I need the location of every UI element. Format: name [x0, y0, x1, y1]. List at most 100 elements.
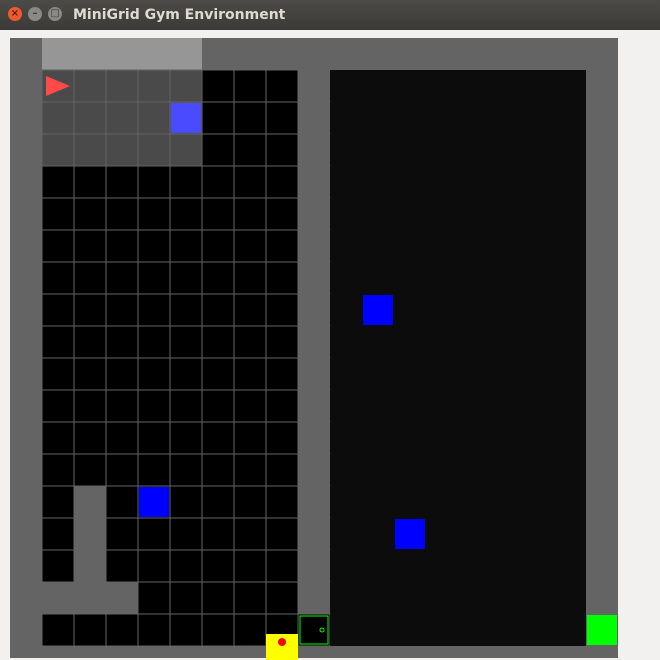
- floor-cell: [169, 325, 203, 359]
- floor-cell: [490, 326, 522, 358]
- close-button[interactable]: ×: [8, 7, 22, 21]
- visible-cell: [41, 133, 75, 167]
- floor-cell: [330, 326, 362, 358]
- floor-cell: [458, 454, 490, 486]
- floor-cell: [41, 293, 75, 327]
- floor-cell: [426, 614, 458, 646]
- floor-cell: [233, 133, 267, 167]
- wall-cell: [298, 70, 330, 102]
- floor-cell: [73, 421, 107, 455]
- floor-cell: [522, 262, 554, 294]
- floor-cell: [490, 582, 522, 614]
- floor-cell: [490, 166, 522, 198]
- floor-cell: [201, 549, 235, 583]
- floor-cell: [554, 134, 586, 166]
- floor-cell: [330, 166, 362, 198]
- floor-cell: [394, 614, 426, 646]
- wall-cell: [298, 294, 330, 326]
- floor-cell: [330, 422, 362, 454]
- floor-cell: [169, 517, 203, 551]
- floor-cell: [522, 166, 554, 198]
- floor-cell: [265, 101, 299, 135]
- wall-cell: [42, 582, 74, 614]
- floor-cell: [137, 197, 171, 231]
- visible-cell: [73, 69, 107, 103]
- floor-cell: [201, 325, 235, 359]
- floor-cell: [362, 486, 394, 518]
- floor-cell: [73, 197, 107, 231]
- floor-cell: [41, 389, 75, 423]
- visible-cell: [42, 38, 74, 70]
- floor-cell: [362, 390, 394, 422]
- floor-cell: [105, 389, 139, 423]
- goal-square: [587, 615, 617, 645]
- floor-cell: [426, 486, 458, 518]
- wall-cell: [298, 102, 330, 134]
- visible-cell: [105, 101, 139, 135]
- floor-cell: [137, 165, 171, 199]
- floor-cell: [137, 581, 171, 615]
- floor-cell: [394, 582, 426, 614]
- floor-cell: [137, 325, 171, 359]
- floor-cell: [362, 454, 394, 486]
- floor-cell: [522, 486, 554, 518]
- floor-cell: [265, 293, 299, 327]
- floor-cell: [490, 614, 522, 646]
- floor-cell: [362, 550, 394, 582]
- floor-cell: [169, 165, 203, 199]
- floor-cell: [330, 550, 362, 582]
- floor-cell: [137, 453, 171, 487]
- floor-cell: [233, 261, 267, 295]
- floor-cell: [490, 390, 522, 422]
- floor-cell: [201, 165, 235, 199]
- floor-cell: [137, 293, 171, 327]
- floor-cell: [265, 261, 299, 295]
- door-yellow: [266, 634, 298, 660]
- floor-cell: [105, 165, 139, 199]
- floor-cell: [73, 293, 107, 327]
- floor-cell: [233, 101, 267, 135]
- floor-cell: [458, 614, 490, 646]
- floor-cell: [201, 453, 235, 487]
- floor-cell: [554, 358, 586, 390]
- floor-cell: [490, 134, 522, 166]
- floor-cell: [394, 326, 426, 358]
- floor-cell: [490, 102, 522, 134]
- minimize-button[interactable]: –: [28, 7, 42, 21]
- floor-cell: [394, 134, 426, 166]
- game-canvas-area: [0, 30, 660, 660]
- floor-cell: [41, 357, 75, 391]
- floor-cell: [426, 358, 458, 390]
- floor-cell: [201, 613, 235, 647]
- floor-cell: [458, 550, 490, 582]
- floor-cell: [41, 453, 75, 487]
- window-titlebar: × – □ MiniGrid Gym Environment: [0, 0, 660, 30]
- floor-cell: [554, 614, 586, 646]
- floor-cell: [105, 293, 139, 327]
- floor-cell: [362, 518, 394, 550]
- floor-cell: [394, 358, 426, 390]
- floor-cell: [490, 358, 522, 390]
- minigrid-board[interactable]: [0, 30, 660, 660]
- maximize-button[interactable]: □: [48, 7, 62, 21]
- floor-cell: [362, 198, 394, 230]
- floor-cell: [458, 134, 490, 166]
- wall-cell: [298, 230, 330, 262]
- floor-cell: [330, 134, 362, 166]
- floor-cell: [137, 549, 171, 583]
- floor-cell: [41, 261, 75, 295]
- floor-cell: [554, 518, 586, 550]
- floor-cell: [265, 165, 299, 199]
- floor-cell: [169, 229, 203, 263]
- floor-cell: [426, 166, 458, 198]
- visible-cell: [73, 133, 107, 167]
- floor-cell: [426, 134, 458, 166]
- floor-cell: [554, 102, 586, 134]
- box-object: [395, 519, 425, 549]
- floor-cell: [362, 614, 394, 646]
- floor-cell: [73, 325, 107, 359]
- floor-cell: [522, 134, 554, 166]
- floor-cell: [394, 294, 426, 326]
- visible-cell: [137, 101, 171, 135]
- floor-cell: [233, 421, 267, 455]
